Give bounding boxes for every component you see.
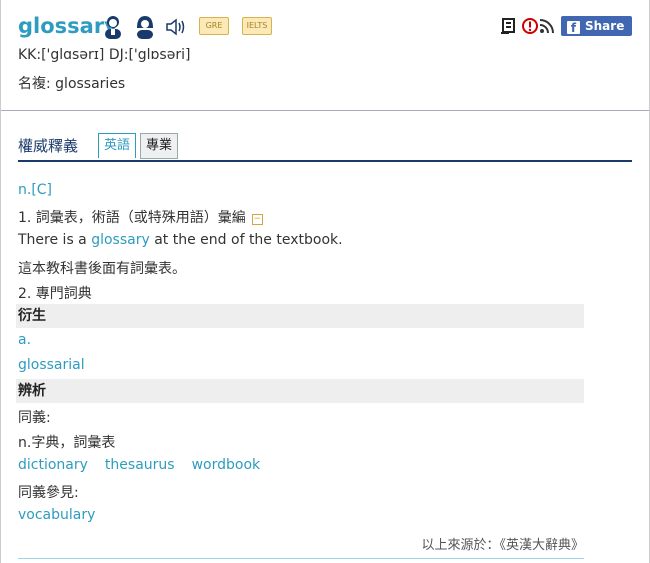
entry-header: glossary GRE IELTS f Share 0 [18, 12, 632, 53]
tab-professional[interactable]: 專業 [140, 133, 179, 159]
see-also-link[interactable]: vocabulary [18, 507, 95, 523]
header-divider [1, 110, 649, 111]
analysis-heading: 辨析 [16, 379, 584, 403]
speaker-volume-icon[interactable] [165, 15, 187, 39]
derivative-word-link[interactable]: glossarial [18, 357, 85, 373]
facebook-share-button[interactable]: f Share 0 [561, 16, 632, 53]
see-also-label: 同義參見: [18, 485, 79, 501]
definition-tabs: 權威釋義 英語 專業 [18, 133, 632, 162]
report-error-icon[interactable] [521, 17, 539, 35]
rss-icon[interactable] [538, 17, 556, 35]
example-pre: There is a [18, 232, 92, 248]
plural-form: 名複: glossaries [18, 76, 126, 92]
part-of-speech: n.[C] [18, 182, 53, 198]
synonym-list: dictionary thesaurus wordbook [18, 457, 260, 473]
example-headword-link[interactable]: glossary [91, 232, 150, 248]
phonetic: KK:['glɑsərɪ] DJ:['glɒsəri] [18, 47, 191, 63]
ielts-badge[interactable]: IELTS [242, 17, 272, 35]
tab-english[interactable]: 英語 [98, 133, 137, 158]
bookmark-list-icon[interactable] [500, 17, 518, 35]
synonyms-label: 同義: [18, 410, 51, 426]
sense-2: 2. 專門詞典 [18, 286, 92, 302]
section-title: 權威釋義 [18, 137, 79, 155]
female-speaker-icon[interactable] [134, 15, 156, 39]
source-note: 以上來源於：《英漢大辭典》 [421, 538, 584, 553]
male-speaker-icon[interactable] [102, 15, 124, 39]
synonym-link-thesaurus[interactable]: thesaurus [105, 457, 175, 473]
gre-badge[interactable]: GRE [199, 17, 229, 35]
example-post: at the end of the textbook. [149, 232, 343, 248]
derivatives-heading: 衍生 [16, 304, 584, 328]
facebook-icon: f [567, 21, 580, 35]
example-translation: 這本教科書後面有詞彙表。 [18, 261, 186, 277]
sense-1-text: 1. 詞彙表，術語（或特殊用語）彙編 [18, 210, 246, 226]
collapse-icon[interactable]: − [251, 214, 263, 225]
synonym-link-dictionary[interactable]: dictionary [18, 457, 88, 473]
sense-1: 1. 詞彙表，術語（或特殊用語）彙編 − [18, 207, 263, 227]
synonyms-pos: n.字典，詞彙表 [18, 435, 116, 451]
synonym-link-wordbook[interactable]: wordbook [192, 457, 261, 473]
bottom-divider [18, 558, 584, 559]
derivative-pos: a. [18, 332, 32, 348]
example-sentence: There is a glossary at the end of the te… [18, 232, 343, 248]
